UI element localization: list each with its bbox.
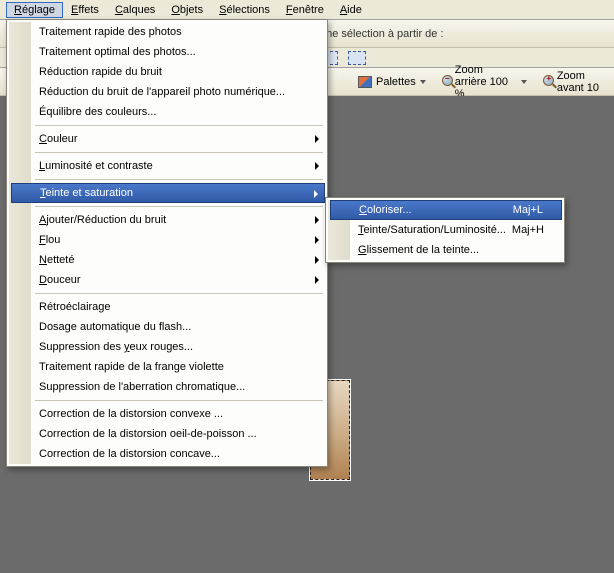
menu-separator (35, 293, 323, 294)
menu-separator (35, 125, 323, 126)
menu-separator (35, 179, 323, 180)
menubar-item-calques[interactable]: Calques (107, 2, 163, 18)
menu-item-label: Correction de la distorsion convexe ... (39, 408, 223, 420)
palettes-label: Palettes (376, 76, 416, 88)
menu-item-label: Teinte et saturation (40, 187, 133, 199)
menubar-item-selections[interactable]: Sélections (211, 2, 278, 18)
chevron-right-icon (314, 190, 318, 198)
menu-item-shortcut: Maj+H (512, 224, 544, 236)
menu-item-label: Réduction du bruit de l'appareil photo n… (39, 86, 285, 98)
menu-item[interactable]: Traitement rapide des photos (33, 22, 325, 42)
menubar-item-objets[interactable]: Objets (163, 2, 211, 18)
menu-item-label: Rétroéclairage (39, 301, 111, 313)
chevron-down-icon (521, 80, 527, 84)
menu-item[interactable]: Flou (33, 230, 325, 250)
menu-separator (35, 206, 323, 207)
menu-item[interactable]: Douceur (33, 270, 325, 290)
menu-item-label: Traitement rapide des photos (39, 26, 182, 38)
menu-item[interactable]: Correction de la distorsion concave... (33, 444, 325, 464)
menubar-item-aide[interactable]: Aide (332, 2, 370, 18)
menu-item[interactable]: Teinte et saturation (11, 183, 325, 203)
menu-item[interactable]: Glissement de la teinte... (352, 240, 562, 260)
menu-item-label: Luminosité et contraste (39, 160, 153, 172)
menu-item-label: Correction de la distorsion oeil-de-pois… (39, 428, 257, 440)
menubar-item-reglage[interactable]: Réglage (6, 2, 63, 18)
menu-item-label: Netteté (39, 254, 74, 266)
chevron-down-icon (420, 80, 426, 84)
menu-item[interactable]: Ajouter/Réduction du bruit (33, 210, 325, 230)
chevron-right-icon (315, 236, 319, 244)
menu-item-label: Correction de la distorsion concave... (39, 448, 220, 460)
menubar-item-fenetre[interactable]: Fenêtre (278, 2, 332, 18)
palettes-button[interactable]: Palettes (352, 74, 432, 90)
menu-item[interactable]: Coloriser... Maj+L (330, 200, 562, 220)
menu-item[interactable]: Luminosité et contraste (33, 156, 325, 176)
menu-item-label: Suppression de l'aberration chromatique.… (39, 381, 245, 393)
menu-item[interactable]: Suppression de l'aberration chromatique.… (33, 377, 325, 397)
menu-item[interactable]: Dosage automatique du flash... (33, 317, 325, 337)
zoom-out-label: Zoom arrière 100 % (455, 64, 518, 100)
menu-reglage: Traitement rapide des photos Traitement o… (6, 19, 328, 467)
zoom-in-button[interactable]: + Zoom avant 10 (537, 68, 612, 96)
menu-item-label: Suppression des yeux rouges... (39, 341, 193, 353)
menu-item-label: Traitement rapide de la frange violette (39, 361, 224, 373)
chevron-right-icon (315, 276, 319, 284)
menu-item-label: Coloriser... (359, 204, 412, 216)
menubar-item-effets[interactable]: Effets (63, 2, 107, 18)
chevron-right-icon (315, 162, 319, 170)
menubar-label: églage (22, 4, 55, 16)
menubar: Réglage Effets Calques Objets Sélections… (0, 0, 614, 20)
magnifier-minus-icon: − (442, 75, 451, 89)
menu-item-shortcut: Maj+L (513, 204, 543, 216)
selection-hint: une sélection à partir de : (320, 28, 444, 40)
chevron-right-icon (315, 135, 319, 143)
palette-swatch-icon (358, 76, 372, 88)
menu-item[interactable]: Équilibre des couleurs... (33, 102, 325, 122)
menu-item-label: Équilibre des couleurs... (39, 106, 156, 118)
menu-item-label: Couleur (39, 133, 78, 145)
menu-item[interactable]: Rétroéclairage (33, 297, 325, 317)
menu-separator (35, 152, 323, 153)
menu-item[interactable]: Traitement optimal des photos... (33, 42, 325, 62)
menu-item-label: Ajouter/Réduction du bruit (39, 214, 166, 226)
menu-gutter (9, 22, 31, 464)
menu-item-label: Teinte/Saturation/Luminosité... (358, 224, 506, 236)
menu-item[interactable]: Couleur (33, 129, 325, 149)
menu-item-label: Dosage automatique du flash... (39, 321, 191, 333)
menu-item[interactable]: Suppression des yeux rouges... (33, 337, 325, 357)
menu-item-label: Douceur (39, 274, 81, 286)
menu-item[interactable]: Netteté (33, 250, 325, 270)
menu-item[interactable]: Teinte/Saturation/Luminosité... Maj+H (352, 220, 562, 240)
magnifier-plus-icon: + (543, 75, 552, 89)
menu-item[interactable]: Correction de la distorsion convexe ... (33, 404, 325, 424)
chevron-right-icon (315, 256, 319, 264)
menu-separator (35, 400, 323, 401)
menu-item-label: Traitement optimal des photos... (39, 46, 196, 58)
submenu-teinte-saturation: Coloriser... Maj+L Teinte/Saturation/Lumin… (325, 197, 565, 263)
menu-item[interactable]: Traitement rapide de la frange violette (33, 357, 325, 377)
menu-item-label: Flou (39, 234, 60, 246)
zoom-in-label: Zoom avant 10 (557, 70, 606, 94)
menu-item[interactable]: Réduction rapide du bruit (33, 62, 325, 82)
menu-item[interactable]: Réduction du bruit de l'appareil photo n… (33, 82, 325, 102)
menu-item[interactable]: Correction de la distorsion oeil-de-pois… (33, 424, 325, 444)
menu-item-label: Réduction rapide du bruit (39, 66, 162, 78)
menu-item-label: Glissement de la teinte... (358, 244, 479, 256)
chevron-right-icon (315, 216, 319, 224)
